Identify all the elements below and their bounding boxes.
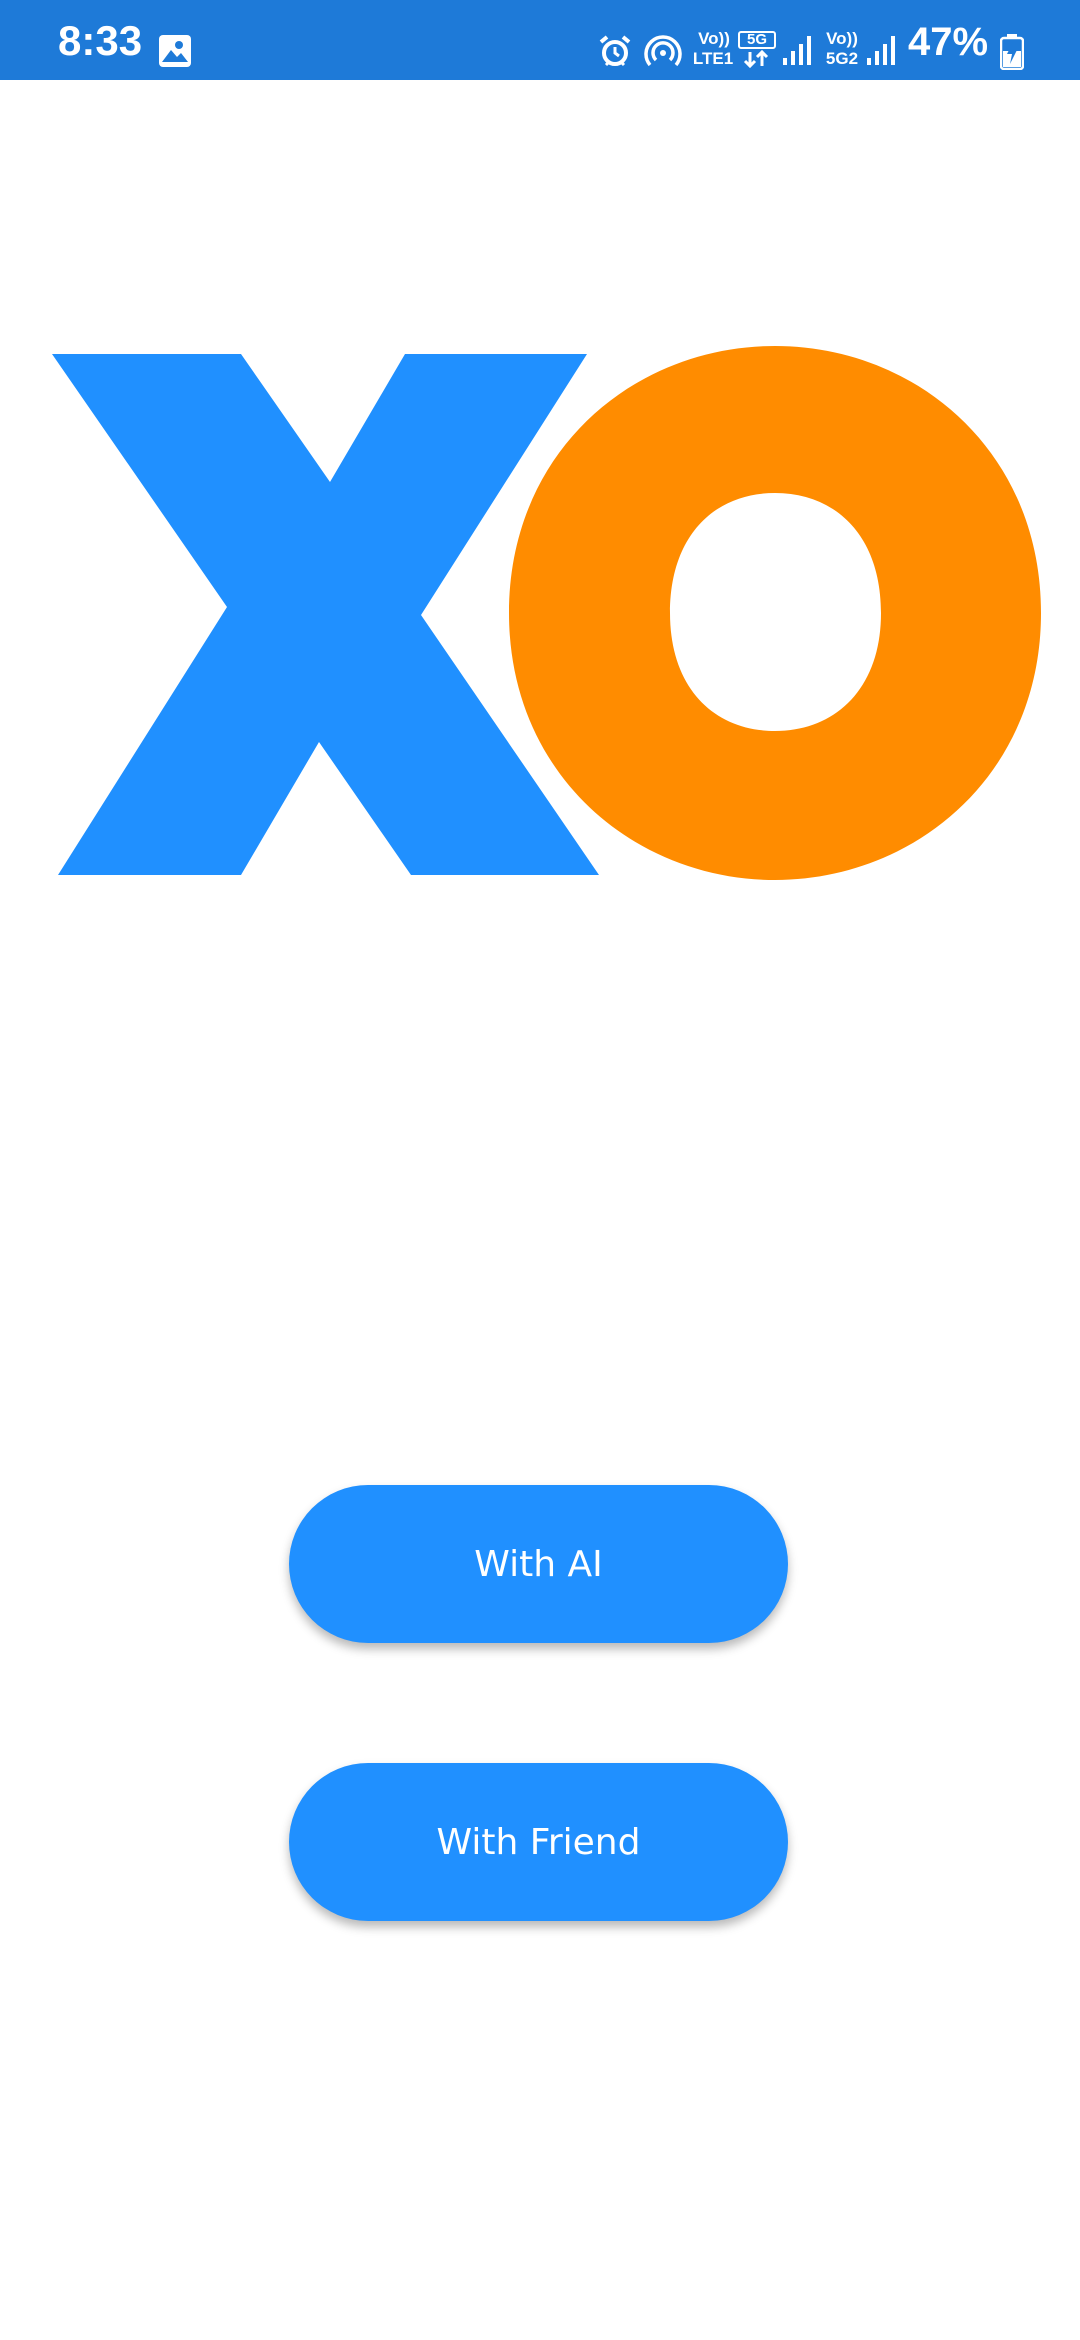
battery-percent: 47% bbox=[908, 20, 989, 64]
hotspot-icon bbox=[644, 32, 682, 75]
alarm-icon bbox=[598, 34, 632, 73]
network-5g-label: 5G bbox=[738, 31, 776, 49]
sim2-voice-label: Vo)) bbox=[826, 29, 858, 48]
status-bar: 8:33 Vo)) LTE1 5G Vo)) 5G2 47% bbox=[0, 0, 1080, 80]
sim1-network-label: LTE1 bbox=[692, 49, 734, 68]
sim1-voice-label: Vo)) bbox=[698, 29, 730, 48]
signal-icon bbox=[782, 34, 814, 71]
sim2-network-label: 5G2 bbox=[825, 49, 859, 68]
gallery-icon bbox=[158, 34, 192, 73]
status-time: 8:33 bbox=[58, 17, 143, 64]
battery-charging-icon bbox=[999, 34, 1025, 75]
data-transfer-icon bbox=[742, 49, 770, 73]
signal-icon bbox=[866, 34, 898, 71]
xo-logo bbox=[52, 346, 1041, 880]
with-ai-button[interactable]: With AI bbox=[289, 1485, 788, 1643]
o-letter bbox=[509, 346, 1041, 880]
with-friend-button[interactable]: With Friend bbox=[289, 1763, 788, 1921]
home-screen: 8:33 Vo)) LTE1 5G Vo)) 5G2 47% With AI W… bbox=[0, 0, 1080, 2340]
